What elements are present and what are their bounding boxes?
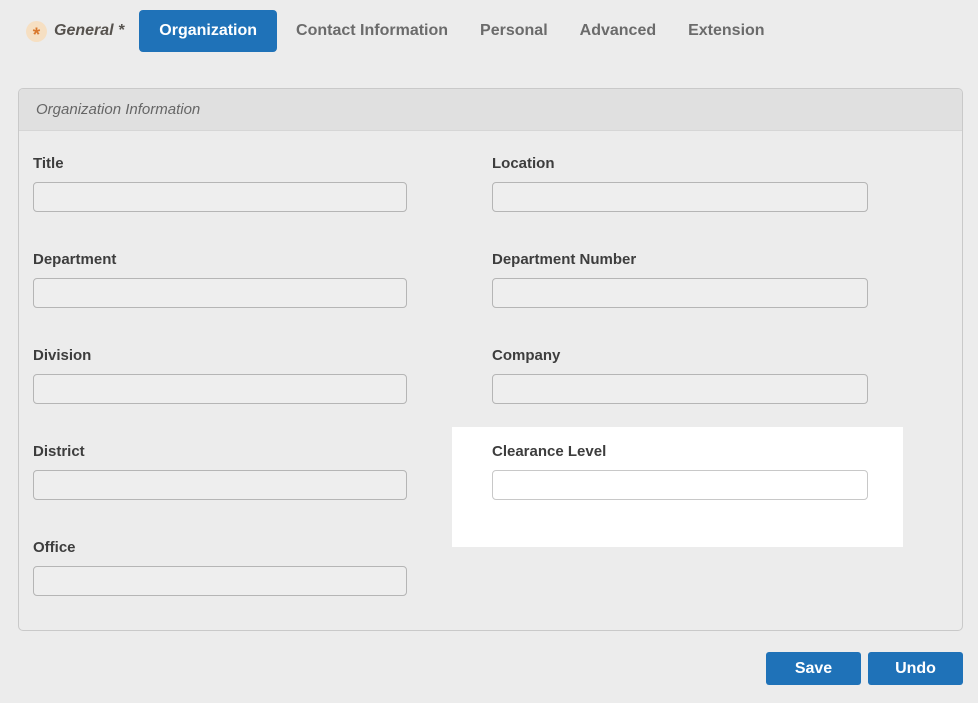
tab-extension[interactable]: Extension <box>672 22 780 40</box>
department-input[interactable] <box>33 278 407 308</box>
form-column-right: Location Department Number Company Clear… <box>492 154 868 634</box>
district-input[interactable] <box>33 470 407 500</box>
district-field-group: District <box>33 442 407 500</box>
tab-bar: * General * Organization Contact Informa… <box>26 10 781 52</box>
clearance-level-input[interactable] <box>492 470 868 500</box>
office-label: Office <box>33 538 407 557</box>
department-number-input[interactable] <box>492 278 868 308</box>
department-field-group: Department <box>33 250 407 308</box>
tab-organization[interactable]: Organization <box>139 10 277 52</box>
location-input[interactable] <box>492 182 868 212</box>
division-input[interactable] <box>33 374 407 404</box>
location-field-group: Location <box>492 154 868 212</box>
department-number-label: Department Number <box>492 250 868 269</box>
form-columns: Title Department Division District Offic… <box>19 131 962 634</box>
department-label: Department <box>33 250 407 269</box>
company-field-group: Company <box>492 346 868 404</box>
tab-advanced[interactable]: Advanced <box>564 22 672 40</box>
form-column-left: Title Department Division District Offic… <box>33 154 407 634</box>
office-field-group: Office <box>33 538 407 596</box>
action-bar: Save Undo <box>18 652 963 685</box>
tab-personal[interactable]: Personal <box>464 22 564 40</box>
save-button[interactable]: Save <box>766 652 861 685</box>
department-number-field-group: Department Number <box>492 250 868 308</box>
division-field-group: Division <box>33 346 407 404</box>
clearance-level-label: Clearance Level <box>492 442 868 461</box>
company-label: Company <box>492 346 868 365</box>
required-asterisk-icon: * <box>26 21 47 42</box>
clearance-level-field-group: Clearance Level <box>492 442 868 500</box>
division-label: Division <box>33 346 407 365</box>
tab-general-label: General * <box>54 22 124 40</box>
title-field-group: Title <box>33 154 407 212</box>
title-label: Title <box>33 154 407 173</box>
undo-button[interactable]: Undo <box>868 652 963 685</box>
title-input[interactable] <box>33 182 407 212</box>
company-input[interactable] <box>492 374 868 404</box>
tab-contact-information[interactable]: Contact Information <box>280 22 464 40</box>
location-label: Location <box>492 154 868 173</box>
office-input[interactable] <box>33 566 407 596</box>
organization-info-panel: Organization Information Title Departmen… <box>18 88 963 631</box>
panel-title: Organization Information <box>19 89 962 131</box>
district-label: District <box>33 442 407 461</box>
tab-general[interactable]: * General * <box>26 21 124 42</box>
